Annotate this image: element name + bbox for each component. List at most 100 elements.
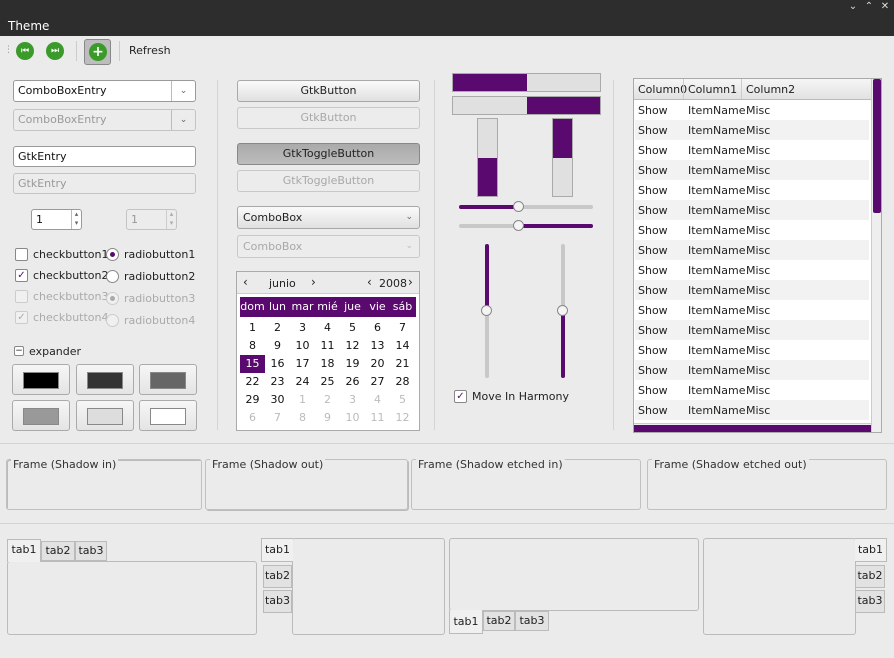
prev-month-icon[interactable]: ‹ bbox=[243, 275, 248, 289]
calendar-day[interactable]: 9 bbox=[315, 409, 340, 427]
tab-2[interactable]: tab2 bbox=[855, 565, 885, 588]
table-row[interactable]: Show ItemName Misc bbox=[635, 360, 869, 380]
color-swatch[interactable] bbox=[139, 400, 197, 431]
calendar-day[interactable]: 1 bbox=[240, 319, 265, 337]
table-row[interactable]: Show ItemName Misc bbox=[635, 180, 869, 200]
calendar-day[interactable]: 23 bbox=[265, 373, 290, 391]
tab-1[interactable]: tab1 bbox=[855, 538, 887, 562]
tab-2[interactable]: tab2 bbox=[41, 541, 75, 561]
scale-horizontal[interactable] bbox=[459, 201, 593, 212]
tab-1[interactable]: tab1 bbox=[261, 538, 293, 562]
table-row[interactable]: Show ItemName Misc bbox=[635, 220, 869, 240]
calendar-day[interactable]: 2 bbox=[315, 391, 340, 409]
checkbutton1[interactable] bbox=[15, 248, 28, 261]
calendar-day[interactable]: 3 bbox=[340, 391, 365, 409]
table-row[interactable]: Show ItemName Misc bbox=[635, 340, 869, 360]
table-row[interactable]: Show ItemName Misc bbox=[635, 160, 869, 180]
calendar-day[interactable]: 26 bbox=[340, 373, 365, 391]
scale-vertical[interactable] bbox=[481, 244, 492, 378]
calendar-day[interactable]: 12 bbox=[340, 337, 365, 355]
calendar-day[interactable]: 6 bbox=[240, 409, 265, 427]
calendar-day[interactable]: 5 bbox=[390, 391, 415, 409]
tab-2[interactable]: tab2 bbox=[483, 611, 515, 631]
tab-1[interactable]: tab1 bbox=[449, 610, 483, 634]
scale-vertical-inverted[interactable] bbox=[557, 244, 568, 378]
combobox[interactable]: ComboBox ⌄ bbox=[237, 206, 420, 229]
calendar-day[interactable]: 30 bbox=[265, 391, 290, 409]
table-row[interactable]: Show ItemName Misc bbox=[635, 200, 869, 220]
color-swatch[interactable] bbox=[12, 400, 70, 431]
table-row[interactable]: Show ItemName Misc bbox=[635, 240, 869, 260]
checkbutton2[interactable]: ✓ bbox=[15, 269, 28, 282]
chevron-down-icon[interactable]: ⌄ bbox=[171, 81, 195, 101]
spin-button[interactable]: 1 ▴ ▾ bbox=[31, 209, 82, 230]
tab-3[interactable]: tab3 bbox=[515, 611, 549, 631]
radiobutton2[interactable] bbox=[106, 270, 119, 283]
calendar-day[interactable]: 12 bbox=[390, 409, 415, 427]
calendar-day[interactable]: 19 bbox=[340, 355, 365, 373]
calendar-day[interactable]: 17 bbox=[290, 355, 315, 373]
scale-slider-handle[interactable] bbox=[513, 201, 525, 212]
calendar-day[interactable]: 10 bbox=[340, 409, 365, 427]
gtk-button[interactable]: GtkButton bbox=[237, 80, 420, 102]
column-header[interactable]: Column2 bbox=[746, 83, 795, 96]
scrollbar-thumb[interactable] bbox=[873, 79, 881, 213]
maximize-icon[interactable]: ⌃ bbox=[862, 1, 876, 12]
table-row[interactable]: Show ItemName Misc bbox=[635, 380, 869, 400]
calendar-day[interactable]: 10 bbox=[290, 337, 315, 355]
calendar-day[interactable]: 25 bbox=[315, 373, 340, 391]
calendar-day[interactable]: 18 bbox=[315, 355, 340, 373]
vertical-scrollbar[interactable] bbox=[871, 79, 881, 432]
calendar-day[interactable]: 14 bbox=[390, 337, 415, 355]
tab-3[interactable]: tab3 bbox=[75, 541, 107, 561]
calendar-day[interactable]: 29 bbox=[240, 391, 265, 409]
calendar-day[interactable]: 3 bbox=[290, 319, 315, 337]
color-swatch[interactable] bbox=[76, 400, 134, 431]
calendar-day[interactable]: 1 bbox=[290, 391, 315, 409]
calendar-day[interactable]: 28 bbox=[390, 373, 415, 391]
table-row[interactable]: Show ItemName Misc bbox=[635, 140, 869, 160]
tab-3[interactable]: tab3 bbox=[855, 590, 885, 613]
calendar-day[interactable]: 8 bbox=[240, 337, 265, 355]
column-header[interactable]: Column0 bbox=[638, 83, 687, 96]
spin-arrows-icon[interactable]: ▴ ▾ bbox=[71, 210, 81, 229]
toolbar-grip-icon[interactable]: ⋮ bbox=[4, 45, 13, 55]
calendar-day[interactable]: 21 bbox=[390, 355, 415, 373]
scale-slider-handle[interactable] bbox=[481, 305, 492, 316]
calendar[interactable]: ‹ junio › ‹ 2008 › dom lun mar mié jue vie sáb… bbox=[236, 271, 420, 431]
calendar-day[interactable]: 5 bbox=[340, 319, 365, 337]
calendar-day[interactable]: 22 bbox=[240, 373, 265, 391]
calendar-day[interactable]: 11 bbox=[315, 337, 340, 355]
scrollbar-thumb[interactable] bbox=[634, 425, 871, 432]
scale-horizontal-inverted[interactable] bbox=[459, 220, 593, 231]
calendar-day[interactable]: 13 bbox=[365, 337, 390, 355]
tab-1[interactable]: tab1 bbox=[7, 539, 41, 562]
calendar-day[interactable]: 16 bbox=[265, 355, 290, 373]
calendar-day[interactable]: 2 bbox=[265, 319, 290, 337]
scale-slider-handle[interactable] bbox=[557, 305, 568, 316]
color-swatch[interactable] bbox=[139, 364, 197, 395]
calendar-day[interactable]: 7 bbox=[390, 319, 415, 337]
move-in-harmony-checkbox[interactable]: ✓ bbox=[454, 390, 467, 403]
prev-year-icon[interactable]: ‹ bbox=[367, 275, 372, 289]
table-row[interactable]: Show ItemName Misc bbox=[635, 300, 869, 320]
table-row[interactable]: Show ItemName Misc bbox=[635, 280, 869, 300]
go-first-icon[interactable]: ⏮ bbox=[16, 42, 34, 60]
minimize-icon[interactable]: ⌄ bbox=[846, 1, 860, 12]
next-year-icon[interactable]: › bbox=[408, 275, 413, 289]
table-row[interactable]: Show ItemName Misc bbox=[635, 120, 869, 140]
calendar-day[interactable]: 4 bbox=[365, 391, 390, 409]
expander-label[interactable]: expander bbox=[29, 345, 81, 358]
calendar-day[interactable]: 7 bbox=[265, 409, 290, 427]
calendar-day[interactable]: 20 bbox=[365, 355, 390, 373]
table-row[interactable]: Show ItemName Misc bbox=[635, 320, 869, 340]
color-swatch[interactable] bbox=[76, 364, 134, 395]
toggle-button[interactable]: GtkToggleButton bbox=[237, 143, 420, 165]
scale-slider-handle[interactable] bbox=[513, 220, 525, 231]
next-month-icon[interactable]: › bbox=[311, 275, 316, 289]
add-button[interactable]: + bbox=[84, 39, 111, 65]
tab-2[interactable]: tab2 bbox=[263, 565, 292, 588]
horizontal-scrollbar[interactable] bbox=[634, 423, 871, 432]
table-row[interactable]: Show ItemName Misc bbox=[635, 260, 869, 280]
column-header[interactable]: Column1 bbox=[688, 83, 737, 96]
